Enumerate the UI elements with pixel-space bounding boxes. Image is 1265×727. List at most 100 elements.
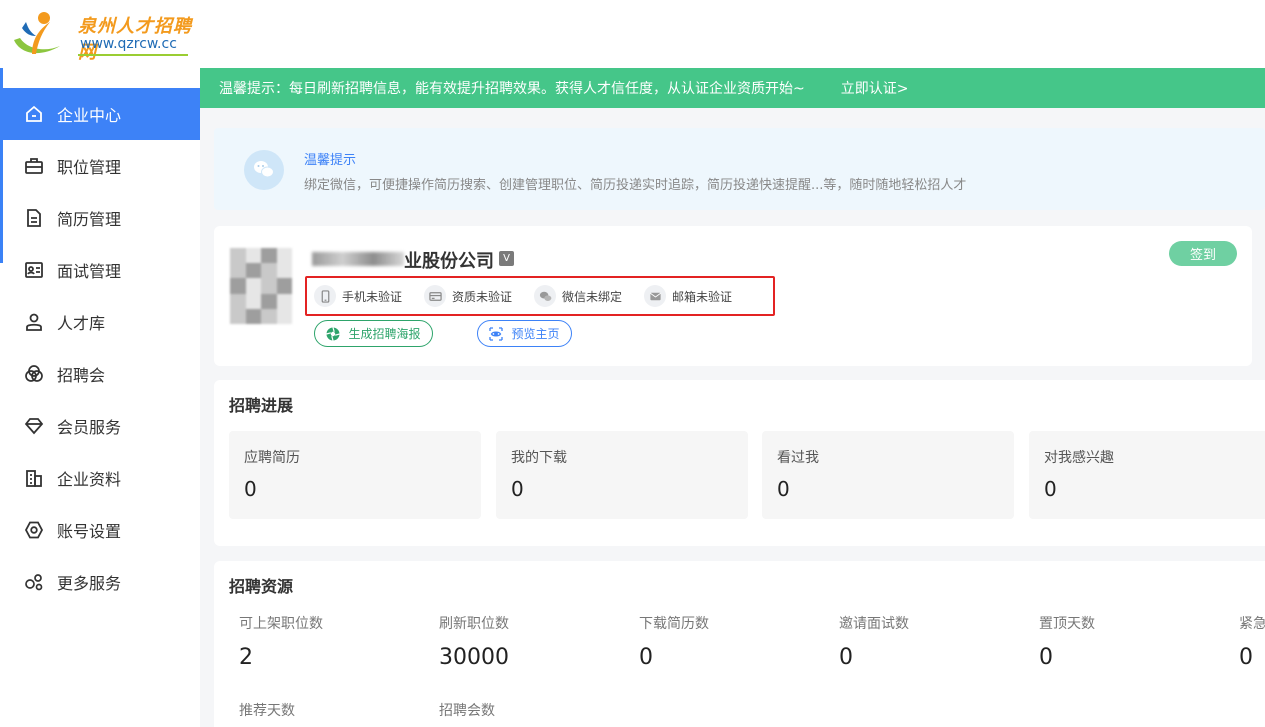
stat-card-downloads[interactable]: 我的下载 0: [496, 431, 748, 519]
resource-label: 推荐天数: [239, 703, 295, 719]
sidebar-item-label: 更多服务: [57, 574, 122, 593]
sidebar-item-company-profile[interactable]: 企业资料: [0, 452, 200, 504]
wechat-binding[interactable]: 微信未绑定: [534, 285, 622, 307]
sidebar-item-member-services[interactable]: 会员服务: [0, 400, 200, 452]
sidebar-item-resume-management[interactable]: 简历管理: [0, 192, 200, 244]
stat-label: 应聘简历: [244, 450, 300, 466]
phone-icon: [314, 285, 336, 307]
resource-value: 0: [1039, 645, 1053, 670]
generate-poster-button[interactable]: 生成招聘海报: [314, 320, 433, 347]
id-card-icon: [24, 260, 44, 280]
sidebar-item-job-management[interactable]: 职位管理: [0, 140, 200, 192]
resource-value: 30000: [439, 645, 509, 670]
resource-label: 邀请面试数: [839, 616, 909, 632]
company-avatar[interactable]: [230, 248, 292, 324]
stat-card-applications[interactable]: 应聘简历 0: [229, 431, 481, 519]
sidebar-item-account-settings[interactable]: 账号设置: [0, 504, 200, 556]
logo-underline: [78, 54, 188, 56]
resource-item: 下载简历数 0: [639, 613, 829, 670]
stat-card-viewed-me[interactable]: 看过我 0: [762, 431, 1014, 519]
sidebar-item-label: 企业中心: [57, 106, 122, 125]
sidebar-item-job-fair[interactable]: 招聘会: [0, 348, 200, 400]
stat-value: 0: [244, 477, 257, 501]
wechat-icon: [244, 150, 284, 190]
stat-label: 看过我: [777, 450, 819, 466]
tip-text: 绑定微信，可便捷操作简历搜索、创建管理职位、简历投递实时追踪，简历投递快速提醒.…: [304, 178, 967, 193]
email-verification[interactable]: 邮箱未验证: [644, 285, 732, 307]
sidebar-item-label: 账号设置: [57, 522, 122, 541]
settings-icon: [24, 520, 44, 540]
aperture-icon: [326, 326, 341, 341]
phone-verification-label: 手机未验证: [342, 289, 403, 304]
sidebar-item-label: 招聘会: [57, 366, 106, 385]
resource-value: 0: [639, 645, 653, 670]
venn-icon: [24, 364, 44, 384]
sidebar-item-label: 简历管理: [57, 210, 122, 229]
more-services-icon: [24, 572, 44, 592]
sign-in-button[interactable]: 签到: [1169, 241, 1237, 266]
home-icon: [24, 104, 44, 124]
mail-icon: [644, 285, 667, 307]
eye-icon: [489, 326, 504, 341]
sidebar-item-talent-pool[interactable]: 人才库: [0, 296, 200, 348]
license-icon: [424, 285, 447, 307]
logo-url: www.qzrcw.cc: [80, 36, 177, 52]
resources-title: 招聘资源: [229, 577, 294, 596]
sidebar-item-more-services[interactable]: 更多服务: [0, 556, 200, 608]
resource-label: 可上架职位数: [239, 616, 323, 632]
company-card: 业股份公司 V 手机未验证 资质未验证 微信未绑定 邮箱未验证 生成招聘海报 预…: [214, 226, 1252, 366]
resource-item: 招聘会数: [439, 700, 629, 720]
stat-value: 0: [777, 477, 790, 501]
resource-item: 置顶天数 0: [1039, 613, 1229, 670]
sidebar-item-label: 企业资料: [57, 470, 122, 489]
resource-item: 邀请面试数 0: [839, 613, 1029, 670]
stat-label: 我的下载: [511, 450, 567, 466]
stat-label: 对我感兴趣: [1044, 450, 1114, 466]
sidebar-item-label: 职位管理: [57, 158, 122, 177]
sidebar-item-label: 会员服务: [57, 418, 122, 437]
resource-item: 推荐天数: [239, 700, 429, 720]
sidebar-item-enterprise-center[interactable]: 企业中心: [0, 88, 200, 140]
resource-item: 刷新职位数 30000: [439, 613, 629, 670]
person-icon: [24, 312, 44, 332]
tip-title: 温馨提示: [304, 153, 357, 168]
preview-homepage-button[interactable]: 预览主页: [477, 320, 572, 347]
phone-verification[interactable]: 手机未验证: [314, 285, 402, 307]
stat-value: 0: [1044, 477, 1057, 501]
sidebar-item-interview-management[interactable]: 面试管理: [0, 244, 200, 296]
sidebar-item-label: 面试管理: [57, 262, 122, 281]
company-name: 业股份公司: [404, 251, 494, 272]
stat-value: 0: [511, 477, 524, 501]
site-logo[interactable]: 泉州人才招聘网 www.qzrcw.cc: [10, 8, 200, 63]
license-verification-label: 资质未验证: [452, 289, 513, 304]
stat-card-interested[interactable]: 对我感兴趣 0: [1029, 431, 1265, 519]
resource-label: 紧急: [1239, 616, 1265, 632]
banner-text: 温馨提示：每日刷新招聘信息，能有效提升招聘效果。获得人才信任度，从认证企业资质开…: [219, 81, 805, 97]
logo-mark-icon: [14, 12, 60, 54]
document-icon: [24, 208, 44, 228]
company-name-redacted: [312, 252, 404, 266]
resource-value: 0: [839, 645, 853, 670]
briefcase-icon: [24, 156, 44, 176]
progress-title: 招聘进展: [229, 396, 294, 415]
notice-banner: 温馨提示：每日刷新招聘信息，能有效提升招聘效果。获得人才信任度，从认证企业资质开…: [200, 68, 1265, 108]
recruitment-progress-section: 招聘进展 应聘简历 0 我的下载 0 看过我 0 对我感兴趣 0: [214, 380, 1265, 546]
resource-label: 刷新职位数: [439, 616, 509, 632]
resource-value: 2: [239, 645, 253, 670]
wechat-tip-box: 温馨提示 绑定微信，可便捷操作简历搜索、创建管理职位、简历投递实时追踪，简历投递…: [214, 128, 1265, 210]
license-verification[interactable]: 资质未验证: [424, 285, 512, 307]
preview-homepage-label: 预览主页: [511, 327, 560, 341]
recruitment-resources-section: 招聘资源 可上架职位数 2 刷新职位数 30000 下载简历数 0 邀请面试数 …: [214, 561, 1265, 727]
certify-now-link[interactable]: 立即认证>: [841, 78, 909, 98]
resource-item: 可上架职位数 2: [239, 613, 429, 670]
verified-badge-icon: V: [499, 251, 514, 266]
top-bar: 泉州人才招聘网 www.qzrcw.cc: [0, 0, 1265, 68]
generate-poster-label: 生成招聘海报: [348, 327, 421, 341]
sidebar: 企业中心 职位管理 简历管理 面试管理 人才库 招聘会 会员服务 企业资料 账号…: [0, 68, 200, 727]
resource-value: 0: [1239, 645, 1253, 670]
resource-label: 下载简历数: [639, 616, 709, 632]
email-verification-label: 邮箱未验证: [672, 289, 733, 304]
verification-status-box: 手机未验证 资质未验证 微信未绑定 邮箱未验证: [305, 276, 775, 316]
wechat-icon: [534, 285, 557, 307]
wechat-binding-label: 微信未绑定: [562, 289, 623, 304]
